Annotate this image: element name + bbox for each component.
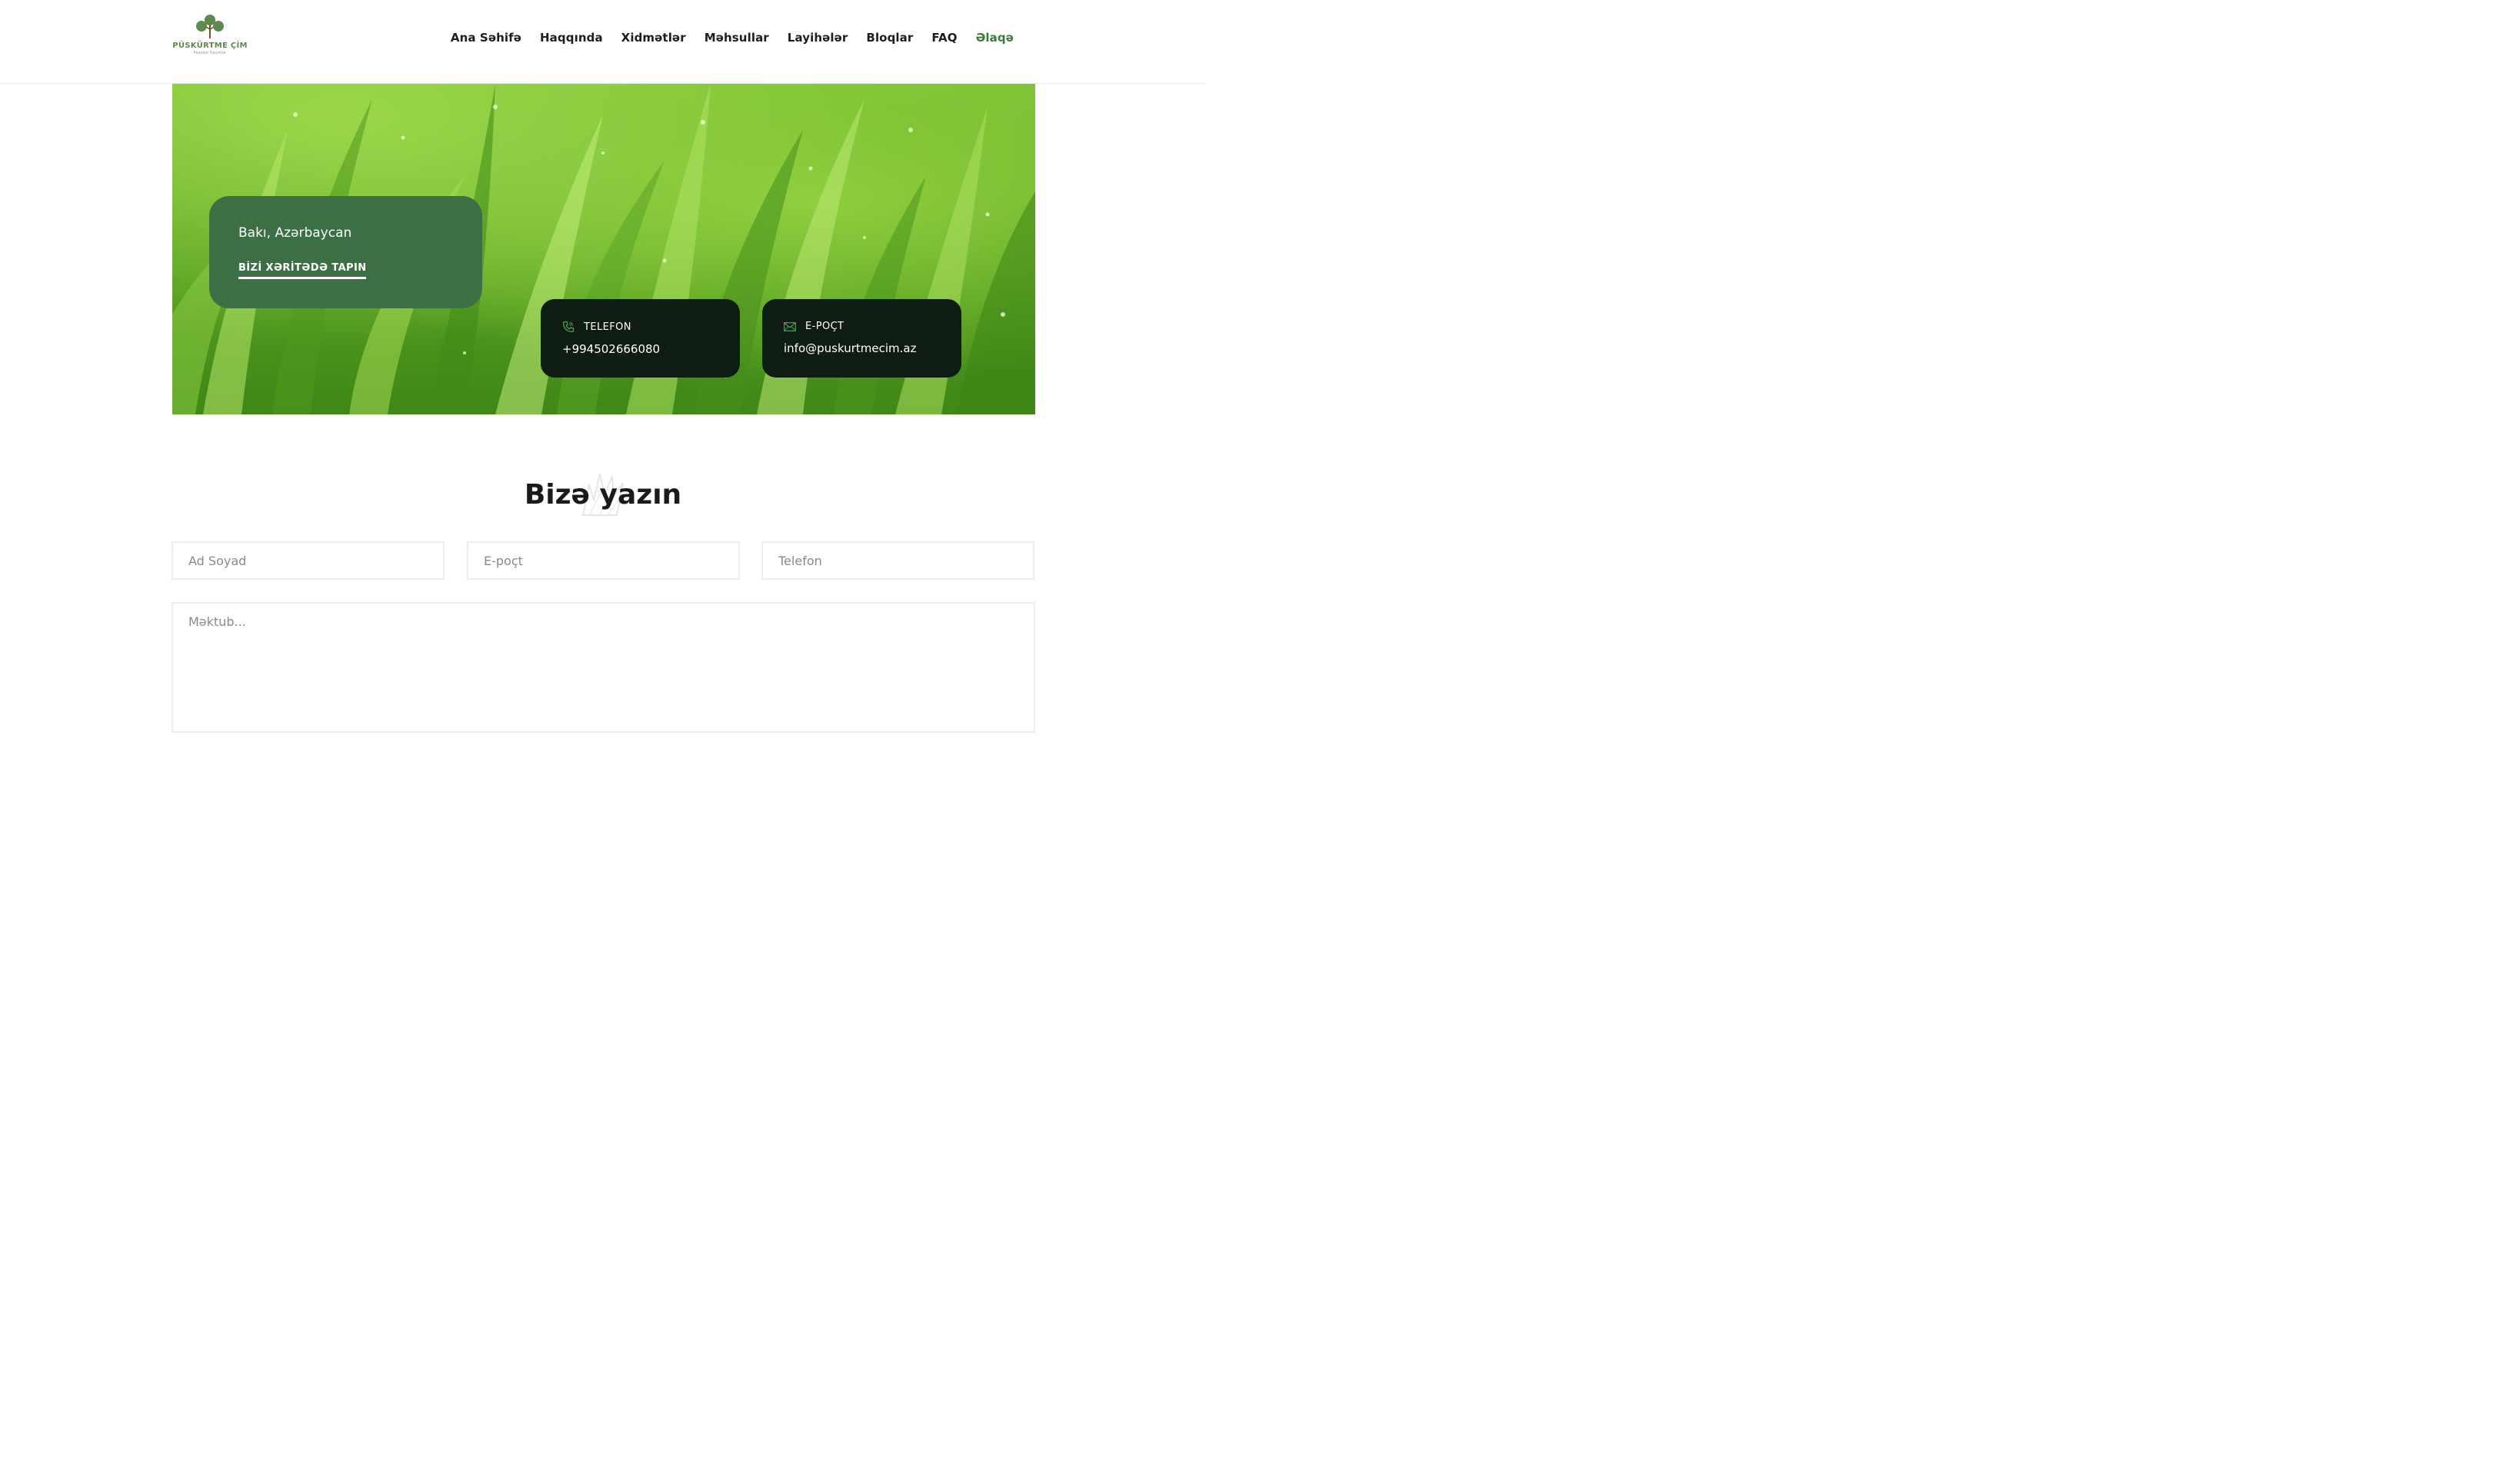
email-value[interactable]: info@puskurtmecim.az bbox=[784, 341, 940, 355]
nav-about[interactable]: Haqqında bbox=[540, 31, 603, 45]
phone-icon bbox=[562, 321, 575, 333]
mail-icon bbox=[784, 321, 796, 331]
nav-faq[interactable]: FAQ bbox=[931, 31, 957, 45]
email-card: E-POÇT info@puskurtmecim.az bbox=[762, 299, 961, 378]
location-card: Bakı, Azərbaycan BİZİ XƏRİTƏDƏ TAPIN bbox=[209, 196, 482, 308]
find-on-map-link[interactable]: BİZİ XƏRİTƏDƏ TAPIN bbox=[238, 262, 367, 279]
logo-subtext: Peşəkar Həyətlər bbox=[193, 51, 227, 55]
phone-card: TELEFON +994502666080 bbox=[541, 299, 740, 378]
nav-blogs[interactable]: Bloqlar bbox=[866, 31, 913, 45]
logo-text: PÜSKÜRTME ÇİM bbox=[172, 42, 248, 50]
main-nav: Ana Səhifə Haqqında Xidmətlər Məhsullar … bbox=[451, 31, 1014, 45]
email-label: E-POÇT bbox=[805, 321, 844, 332]
site-header: PÜSKÜRTME ÇİM Peşəkar Həyətlər Ana Səhif… bbox=[0, 0, 1206, 84]
phone-label: TELEFON bbox=[584, 321, 631, 333]
phone-value[interactable]: +994502666080 bbox=[562, 342, 718, 356]
message-textarea[interactable] bbox=[172, 602, 1035, 733]
site-logo[interactable]: PÜSKÜRTME ÇİM Peşəkar Həyətlər bbox=[172, 14, 248, 63]
form-title: Bizə yazın bbox=[524, 479, 682, 511]
nav-home[interactable]: Ana Səhifə bbox=[451, 31, 521, 45]
form-heading: Bizə yazın bbox=[0, 465, 1206, 527]
tree-logo-icon bbox=[196, 15, 224, 38]
phone-input[interactable] bbox=[761, 541, 1034, 580]
nav-services[interactable]: Xidmətlər bbox=[621, 31, 686, 45]
nav-products[interactable]: Məhsullar bbox=[705, 31, 769, 45]
nav-contact[interactable]: Əlaqə bbox=[976, 31, 1014, 45]
location-text: Bakı, Azərbaycan bbox=[238, 225, 352, 241]
name-input[interactable] bbox=[172, 541, 445, 580]
contact-hero: Bakı, Azərbaycan BİZİ XƏRİTƏDƏ TAPIN TEL… bbox=[172, 84, 1035, 414]
nav-projects[interactable]: Layihələr bbox=[788, 31, 848, 45]
email-input[interactable] bbox=[467, 541, 740, 580]
